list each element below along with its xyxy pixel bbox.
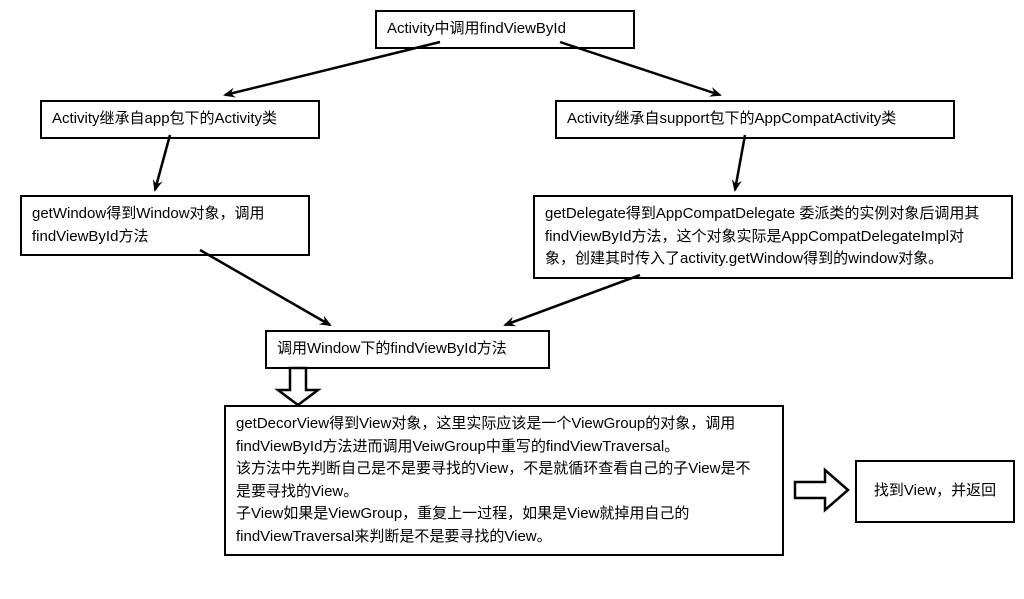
edge-left1-left2 bbox=[155, 135, 170, 190]
edge-merge-detail bbox=[278, 368, 318, 405]
node-right1: Activity继承自support包下的AppCompatActivity类 bbox=[555, 100, 955, 139]
edge-left2-merge bbox=[200, 250, 330, 325]
node-left2: getWindow得到Window对象，调用 findViewById方法 bbox=[20, 195, 310, 256]
node-right2: getDelegate得到AppCompatDelegate 委派类的实例对象后… bbox=[533, 195, 1013, 279]
node-result: 找到View，并返回 bbox=[855, 460, 1015, 523]
node-left1: Activity继承自app包下的Activity类 bbox=[40, 100, 320, 139]
edge-detail-result bbox=[795, 470, 848, 510]
edge-right2-merge bbox=[505, 275, 640, 325]
edge-root-right1 bbox=[560, 42, 720, 95]
node-detail: getDecorView得到View对象，这里实际应该是一个ViewGroup的… bbox=[224, 405, 784, 556]
edge-root-left1 bbox=[225, 42, 440, 95]
node-merge: 调用Window下的findViewById方法 bbox=[265, 330, 550, 369]
edge-right1-right2 bbox=[735, 135, 745, 190]
node-root: Activity中调用findViewById bbox=[375, 10, 635, 49]
